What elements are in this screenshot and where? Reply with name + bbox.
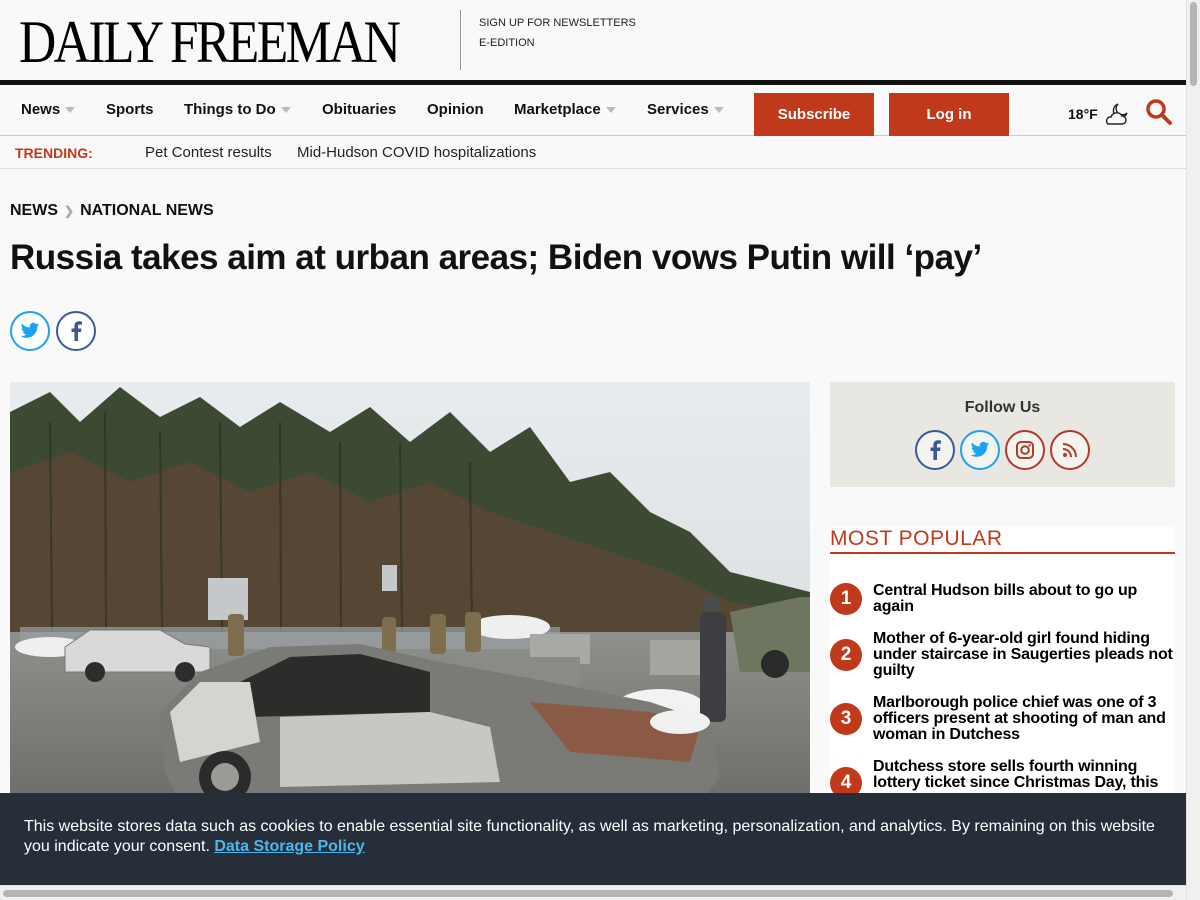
masthead: DAILY FREEMAN SIGN UP FOR NEWSLETTERS E-… (0, 0, 1186, 80)
instagram-icon (1016, 441, 1034, 459)
cookie-text: This website stores data such as cookies… (24, 818, 1155, 855)
share-facebook-button[interactable] (56, 311, 96, 351)
follow-facebook-button[interactable] (915, 430, 955, 470)
temperature: 18°F (1068, 106, 1098, 122)
trending-bar: TRENDING: Pet Contest results Mid-Hudson… (0, 136, 1186, 169)
main-nav: News Sports Things to Do Obituaries Opin… (0, 80, 1186, 136)
search-icon[interactable] (1145, 98, 1173, 126)
nav-item-news[interactable]: News (21, 101, 76, 118)
vertical-scroll-thumb[interactable] (1190, 2, 1197, 86)
facebook-icon (71, 321, 82, 341)
rank-badge: 2 (830, 639, 862, 671)
follow-us-title: Follow Us (964, 399, 1041, 416)
popular-article-link[interactable]: Marlborough police chief was one of 3 of… (873, 695, 1173, 743)
article-photo-image (10, 382, 810, 802)
popular-article-link[interactable]: Dutchess store sells fourth winning lott… (873, 759, 1173, 791)
page-title: Russia takes aim at urban areas; Biden v… (10, 238, 982, 277)
breadcrumb-national-news[interactable]: NATIONAL NEWS (80, 202, 214, 220)
nav-item-label: Sports (106, 101, 154, 118)
popular-article-link[interactable]: Mother of 6-year-old girl found hiding u… (873, 631, 1173, 679)
rank-badge: 3 (830, 703, 862, 735)
share-twitter-button[interactable] (10, 311, 50, 351)
breadcrumb-news[interactable]: NEWS (10, 202, 58, 220)
login-button[interactable]: Log in (889, 93, 1009, 136)
nav-item-label: Services (647, 101, 709, 118)
cookie-banner: This website stores data such as cookies… (0, 793, 1186, 885)
most-popular-title: MOST POPULAR (830, 527, 1175, 554)
follow-twitter-button[interactable] (960, 430, 1000, 470)
masthead-divider (460, 10, 461, 70)
nav-item-marketplace[interactable]: Marketplace (514, 101, 616, 118)
weather-widget[interactable]: 18°F (1068, 101, 1132, 127)
nav-item-label: News (21, 101, 61, 118)
nav-item-obituaries[interactable]: Obituaries (322, 101, 396, 118)
popular-article-link[interactable]: Central Hudson bills about to go up agai… (873, 583, 1173, 615)
chevron-down-icon (713, 107, 724, 114)
follow-rss-button[interactable] (1050, 430, 1090, 470)
nav-item-label: Opinion (427, 101, 484, 118)
horizontal-scroll-thumb[interactable] (3, 890, 1173, 897)
chevron-down-icon (280, 107, 291, 114)
cookie-message: This website stores data such as cookies… (24, 817, 1174, 857)
subscribe-button[interactable]: Subscribe (754, 93, 874, 136)
chevron-right-icon: ❯ (64, 204, 75, 218)
nav-item-label: Things to Do (184, 101, 276, 118)
twitter-icon (970, 441, 990, 457)
rss-icon (1062, 443, 1077, 458)
newsletter-signup-link[interactable]: SIGN UP FOR NEWSLETTERS (479, 13, 636, 33)
horizontal-scrollbar[interactable] (0, 885, 1186, 900)
masthead-links: SIGN UP FOR NEWSLETTERS E-EDITION (479, 13, 636, 53)
data-storage-policy-link[interactable]: Data Storage Policy (214, 838, 364, 855)
nav-item-sports[interactable]: Sports (106, 101, 154, 118)
most-popular-panel: MOST POPULAR 1 Central Hudson bills abou… (830, 527, 1175, 807)
follow-us-panel: Follow Us (830, 382, 1175, 487)
e-edition-link[interactable]: E-EDITION (479, 33, 636, 53)
vertical-scrollbar[interactable] (1186, 0, 1200, 900)
nav-item-label: Marketplace (514, 101, 601, 118)
twitter-icon (20, 322, 40, 338)
site-logo[interactable]: DAILY FREEMAN (19, 6, 401, 78)
breadcrumb: NEWS ❯ NATIONAL NEWS (10, 202, 214, 220)
nav-item-services[interactable]: Services (647, 101, 724, 118)
facebook-icon (930, 440, 941, 460)
chevron-down-icon (605, 107, 616, 114)
trending-link[interactable]: Mid-Hudson COVID hospitalizations (297, 144, 536, 161)
follow-instagram-button[interactable] (1005, 430, 1045, 470)
nav-item-label: Obituaries (322, 101, 397, 118)
partly-cloudy-night-icon (1105, 103, 1128, 125)
rank-badge: 1 (830, 583, 862, 615)
nav-item-things-to-do[interactable]: Things to Do (184, 101, 291, 118)
trending-link[interactable]: Pet Contest results (145, 144, 272, 161)
article-photo[interactable] (10, 382, 810, 802)
chevron-down-icon (65, 107, 76, 114)
nav-item-opinion[interactable]: Opinion (427, 101, 484, 118)
trending-label: TRENDING: (15, 145, 93, 161)
